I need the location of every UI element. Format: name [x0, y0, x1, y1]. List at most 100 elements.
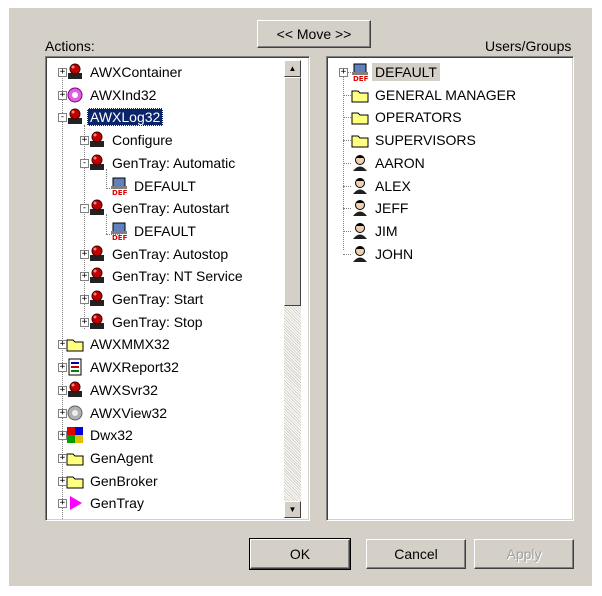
tree-item-action[interactable]: GenTray: Stop: [88, 311, 206, 333]
red-component-icon: [66, 108, 84, 126]
expand-icon[interactable]: +: [58, 90, 67, 100]
tree-item-user[interactable]: DEF DEFAULT: [351, 61, 440, 83]
expand-icon[interactable]: +: [58, 499, 67, 509]
folder-icon: [351, 108, 369, 126]
expand-icon[interactable]: +: [58, 408, 67, 418]
tree-item-action[interactable]: AWXContainer: [66, 61, 185, 83]
expand-icon[interactable]: +: [58, 363, 67, 373]
red-component-icon: [88, 267, 106, 285]
gray-gear-icon: [66, 404, 84, 422]
tree-item-action[interactable]: Configure: [88, 129, 176, 151]
user-icon: [351, 245, 369, 263]
tree-item-user[interactable]: OPERATORS: [351, 106, 465, 128]
magenta-arrow-icon: [66, 494, 84, 512]
expand-icon[interactable]: +: [58, 68, 67, 77]
folder-icon: [351, 131, 369, 149]
tree-item-label: GenTray: Autostop: [112, 245, 229, 262]
tree-item-action[interactable]: GenTray: Autostop: [88, 243, 231, 265]
tree-item-action[interactable]: GenTray: Automatic: [88, 152, 238, 174]
scroll-thumb[interactable]: [284, 77, 301, 306]
move-button[interactable]: << Move >>: [257, 20, 371, 48]
collapse-icon[interactable]: -: [80, 158, 89, 168]
expand-icon[interactable]: +: [58, 476, 67, 486]
user-icon: [351, 154, 369, 172]
colorful-puzzle-icon: [66, 426, 84, 444]
expand-icon[interactable]: +: [58, 340, 67, 350]
svg-text:DEF: DEF: [353, 75, 369, 81]
expand-icon[interactable]: +: [58, 431, 67, 441]
red-component-icon: [88, 245, 106, 263]
ok-button[interactable]: OK: [249, 538, 351, 570]
actions-label: Actions:: [45, 38, 95, 54]
tree-item-label: GenAgent: [90, 449, 154, 466]
tree-item-action[interactable]: Dwx32: [66, 424, 136, 446]
tree-item-user[interactable]: SUPERVISORS: [351, 129, 479, 151]
tree-item-label: GenTray: Start: [112, 291, 204, 307]
tree-item-label: AWXView32: [90, 404, 168, 421]
tree-item-action[interactable]: GenTray: NT Service: [88, 265, 246, 287]
cancel-button[interactable]: Cancel: [366, 539, 466, 569]
tree-item-action[interactable]: AWXInd32: [66, 84, 159, 106]
tree-item-action[interactable]: GenTray: [66, 492, 147, 514]
folder-icon: [66, 335, 84, 353]
tree-item-action[interactable]: AWXView32: [66, 402, 170, 424]
permissions-dialog: << Move >> Actions: Users/Groups AWXCont…: [9, 8, 592, 586]
red-component-icon: [88, 313, 106, 331]
folder-icon: [66, 472, 84, 490]
tree-item-label: DEFAULT: [372, 63, 440, 81]
tree-item-action[interactable]: AWXReport32: [66, 356, 182, 378]
expand-icon[interactable]: +: [80, 317, 89, 327]
collapse-icon[interactable]: -: [80, 204, 89, 214]
tree-item-user[interactable]: GENERAL MANAGER: [351, 84, 519, 106]
tree-item-label: DEFAULT: [134, 222, 196, 239]
user-icon: [351, 199, 369, 217]
expand-icon[interactable]: +: [58, 385, 67, 395]
scroll-up-button[interactable]: ▲: [284, 60, 301, 77]
tree-item-label: JIM: [375, 222, 398, 239]
tree-item-label: AWXSvr32: [90, 381, 158, 398]
tree-item-user[interactable]: ALEX: [351, 175, 414, 197]
tree-item-label: OPERATORS: [375, 109, 462, 126]
expand-icon[interactable]: +: [80, 136, 89, 146]
tree-item-user[interactable]: JEFF: [351, 197, 411, 219]
tree-item-action[interactable]: GenBroker: [66, 470, 161, 492]
users-groups-tree[interactable]: DEF DEFAULT + GENERAL MANAGER OPERATORS SUPER…: [326, 56, 574, 521]
default-user-icon: DEF: [351, 63, 369, 83]
collapse-icon[interactable]: -: [58, 113, 67, 123]
tree-item-action[interactable]: AWXLog32: [66, 106, 164, 128]
apply-button[interactable]: Apply: [474, 539, 574, 569]
red-component-icon: [88, 154, 106, 172]
tree-item-user[interactable]: AARON: [351, 152, 428, 174]
report-icon: [66, 358, 84, 376]
actions-scrollbar[interactable]: ▲ ▼: [284, 60, 301, 518]
tree-item-action[interactable]: GenTray: Start: [88, 288, 206, 310]
tree-item-action[interactable]: DEF DEFAULT: [110, 175, 199, 197]
expand-icon[interactable]: +: [80, 295, 89, 304]
tree-item-user[interactable]: JOHN: [351, 243, 416, 265]
tree-item-label: DEFAULT: [134, 177, 196, 194]
expand-icon[interactable]: +: [58, 453, 67, 463]
expand-icon[interactable]: +: [339, 68, 348, 77]
magenta-gear-icon: [66, 86, 84, 104]
tree-item-action[interactable]: AWXMMX32: [66, 333, 173, 355]
expand-icon[interactable]: +: [80, 249, 89, 259]
scroll-down-button[interactable]: ▼: [284, 501, 301, 518]
svg-text:DEF: DEF: [112, 189, 128, 195]
tree-item-label: JEFF: [375, 200, 409, 217]
tree-item-label: AWXInd32: [90, 86, 157, 103]
tree-item-action[interactable]: AWXSvr32: [66, 379, 161, 401]
actions-tree[interactable]: AWXContainer + AWXInd32 + AWXLog32 - Configure…: [45, 56, 310, 521]
tree-item-user[interactable]: JIM: [351, 220, 401, 242]
tree-item-label: AWXReport32: [90, 359, 179, 376]
tree-item-label: ALEX: [375, 177, 411, 194]
tree-item-label: GenTray: Automatic: [112, 154, 236, 171]
tree-item-label: GenTray: Stop: [112, 313, 203, 330]
tree-item-label: SUPERVISORS: [375, 132, 476, 149]
tree-item-label: AWXContainer: [90, 64, 183, 80]
red-component-icon: [88, 199, 106, 217]
tree-item-label: GenTray: NT Service: [112, 268, 243, 285]
tree-item-action[interactable]: GenAgent: [66, 447, 156, 469]
expand-icon[interactable]: +: [80, 272, 89, 282]
tree-item-action[interactable]: DEF DEFAULT: [110, 220, 199, 242]
tree-item-action[interactable]: GenTray: Autostart: [88, 197, 232, 219]
